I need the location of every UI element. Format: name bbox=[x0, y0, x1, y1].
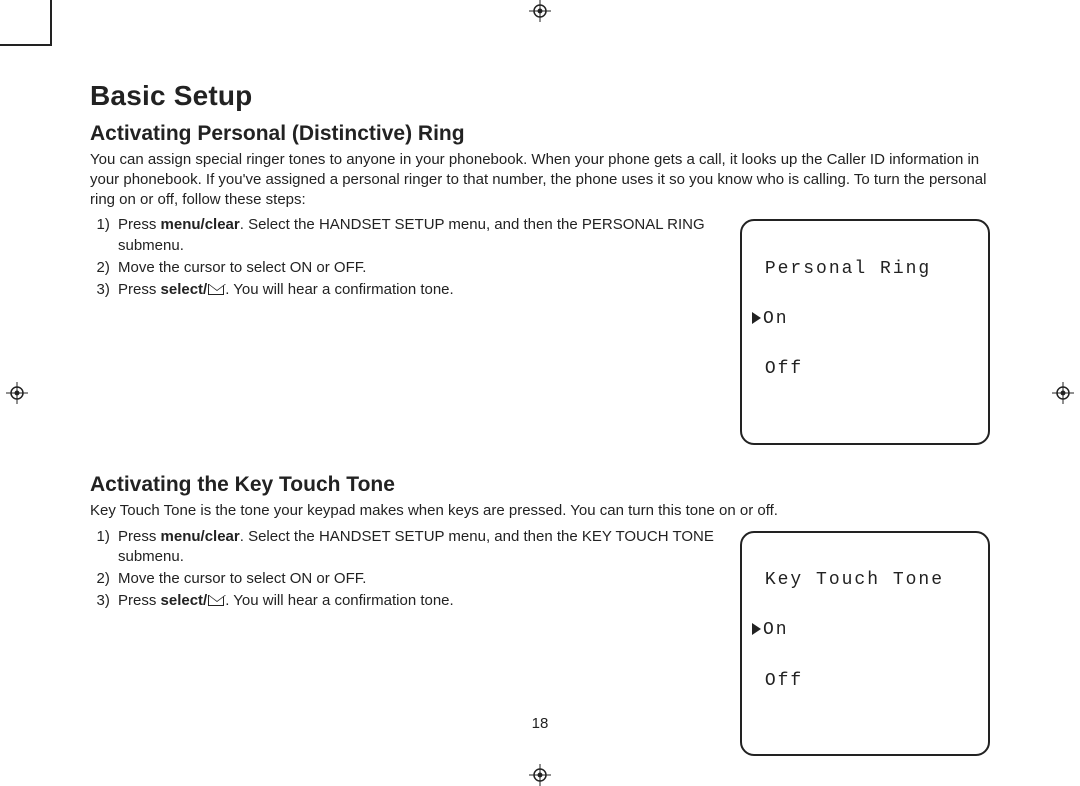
crop-mark-vertical bbox=[50, 0, 52, 46]
lcd-title: Key Touch Tone bbox=[752, 568, 974, 593]
lcd-option: Off bbox=[752, 669, 974, 694]
step-item: Press menu/clear. Select the HANDSET SET… bbox=[114, 527, 716, 568]
section-heading: Activating the Key Touch Tone bbox=[90, 473, 990, 497]
step-item: Press select/. You will hear a confirmat… bbox=[114, 280, 716, 300]
page-content: Basic Setup Activating Personal (Distinc… bbox=[90, 80, 990, 756]
cursor-icon bbox=[752, 312, 761, 324]
lcd-title: Personal Ring bbox=[752, 257, 974, 282]
button-label: menu/clear bbox=[161, 216, 240, 233]
lcd-screen: Personal Ring On Off bbox=[740, 219, 990, 445]
step-item: Move the cursor to select ON or OFF. bbox=[114, 569, 716, 589]
registration-mark-icon bbox=[6, 382, 28, 404]
registration-mark-icon bbox=[529, 764, 551, 786]
button-label: select/ bbox=[161, 592, 226, 609]
registration-mark-icon bbox=[529, 0, 551, 22]
registration-mark-icon bbox=[1052, 382, 1074, 404]
envelope-icon bbox=[208, 284, 224, 295]
section-intro: You can assign special ringer tones to a… bbox=[90, 150, 990, 209]
cursor-icon bbox=[752, 623, 761, 635]
page-title: Basic Setup bbox=[90, 80, 990, 112]
step-item: Press menu/clear. Select the HANDSET SET… bbox=[114, 215, 716, 256]
envelope-icon bbox=[208, 595, 224, 606]
lcd-option-selected: On bbox=[752, 618, 974, 643]
lcd-option: Off bbox=[752, 357, 974, 382]
crop-mark-horizontal bbox=[0, 44, 52, 46]
button-label: select/ bbox=[161, 281, 226, 298]
lcd-option-selected: On bbox=[752, 307, 974, 332]
section-intro: Key Touch Tone is the tone your keypad m… bbox=[90, 501, 990, 521]
step-list: Press menu/clear. Select the HANDSET SET… bbox=[114, 215, 716, 302]
page-number: 18 bbox=[0, 715, 1080, 732]
step-item: Press select/. You will hear a confirmat… bbox=[114, 591, 716, 611]
step-list: Press menu/clear. Select the HANDSET SET… bbox=[114, 527, 716, 614]
section-heading: Activating Personal (Distinctive) Ring bbox=[90, 122, 990, 146]
step-item: Move the cursor to select ON or OFF. bbox=[114, 258, 716, 278]
button-label: menu/clear bbox=[161, 528, 240, 545]
